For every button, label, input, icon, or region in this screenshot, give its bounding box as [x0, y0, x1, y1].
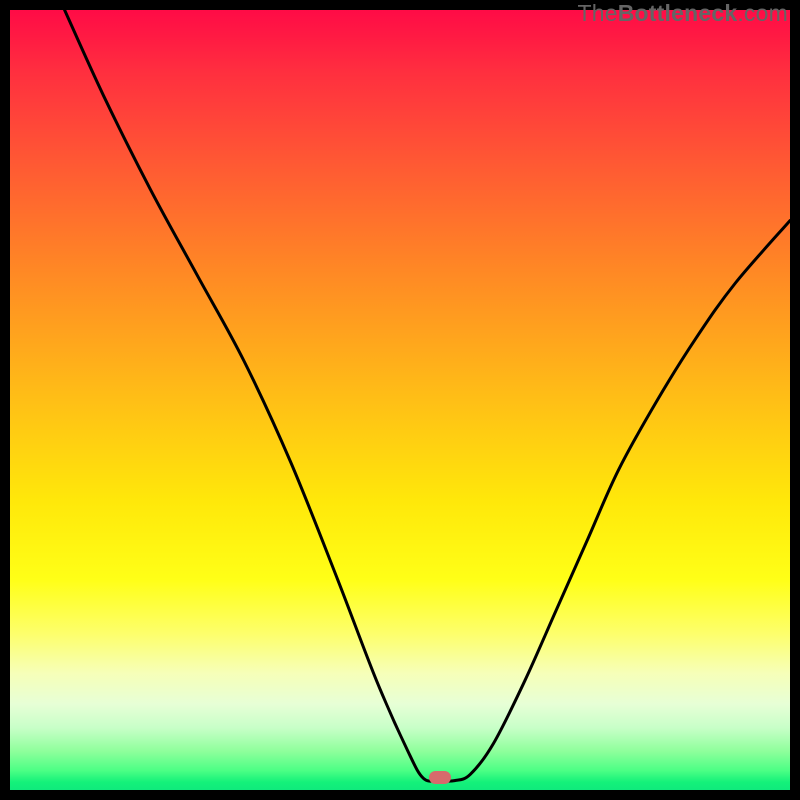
optimum-marker [429, 771, 451, 784]
watermark-suffix: .com [737, 0, 788, 26]
plot-area [10, 10, 790, 790]
watermark: TheBottleneck.com [578, 0, 788, 27]
chart-frame [10, 10, 790, 790]
watermark-prefix: The [578, 0, 618, 26]
watermark-bold: Bottleneck [618, 0, 738, 26]
curve-layer [10, 10, 790, 790]
bottleneck-curve [65, 10, 790, 781]
